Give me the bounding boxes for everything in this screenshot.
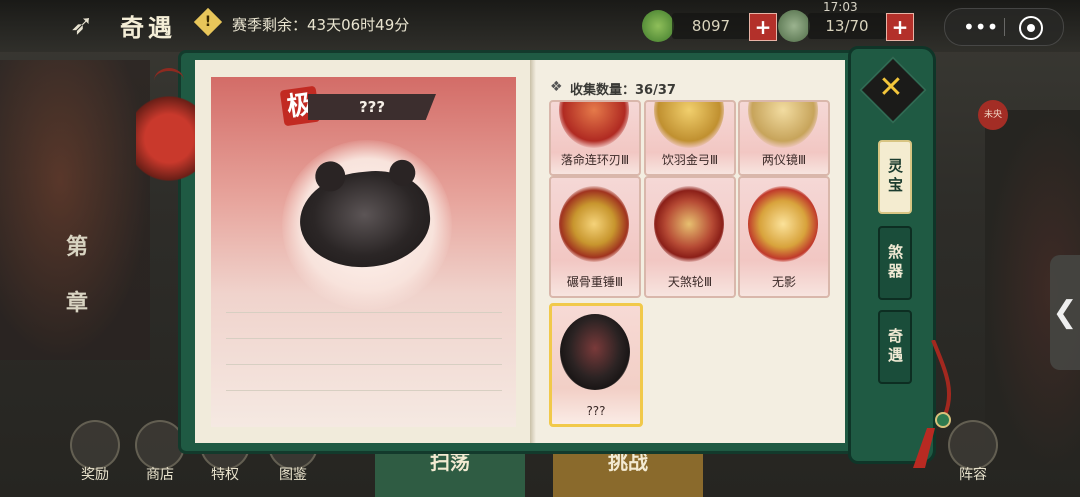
mirror-icon [748, 102, 818, 148]
page-title: 奇遇 [120, 14, 176, 42]
card-unknown-selected[interactable]: ??? [549, 303, 643, 427]
tassel-decoration [913, 340, 952, 468]
demon-mask-icon [136, 68, 202, 188]
description-line [226, 312, 502, 313]
item-name: ??? [308, 94, 436, 120]
description-line [226, 390, 502, 391]
card-liangyi-mirror[interactable]: 两仪镜Ⅲ [738, 100, 830, 176]
mace-icon [748, 186, 818, 262]
gift-icon [70, 420, 120, 470]
stamina-icon [778, 10, 810, 42]
reward-button[interactable]: 奖励 [70, 420, 120, 490]
collection-count: 收集数量：36/37 [570, 83, 676, 98]
more-menu-button[interactable]: ••• [963, 17, 998, 37]
book-spine [530, 60, 536, 443]
jade-currency-icon [642, 10, 674, 42]
description-line [226, 364, 502, 365]
blade-icon [559, 102, 629, 148]
hammer-icon [559, 186, 629, 262]
back-arrow-icon[interactable]: ➶ [70, 10, 110, 40]
close-icon[interactable]: ✕ [869, 66, 913, 110]
unknown-item-icon [560, 314, 630, 390]
chapter-label: 第章 [66, 235, 89, 316]
close-miniprogram-button[interactable] [1019, 16, 1043, 40]
clock: 17:03 [823, 0, 858, 14]
tab-shaqi[interactable]: 煞器 [878, 226, 912, 300]
card-yinyu-bow[interactable]: 饮羽金弓Ⅲ [644, 100, 736, 176]
season-remaining-text: 赛季剩余：43天06时49分 [232, 16, 410, 34]
currency1-value: 8097 [672, 13, 750, 39]
wheel-icon [654, 186, 724, 262]
add-currency1-button[interactable]: + [749, 13, 777, 41]
card-tiansha-wheel[interactable]: 天煞轮Ⅲ [644, 176, 736, 298]
seal-icon: 未央 [978, 100, 1008, 130]
card-niangu-hammer[interactable]: 碾骨重锤Ⅲ [549, 176, 641, 298]
card-luoming[interactable]: 落命连环刃Ⅲ [549, 100, 641, 176]
miniprogram-capsule: ••• [944, 8, 1064, 46]
bow-icon [654, 102, 724, 148]
formation-button[interactable]: 阵容 [948, 420, 998, 490]
add-currency2-button[interactable]: + [886, 13, 914, 41]
flag-icon [948, 420, 998, 470]
side-drawer-handle[interactable]: ❮ [1050, 255, 1080, 370]
collection-diamond-icon: ❖ [550, 79, 563, 95]
description-line [226, 338, 502, 339]
card-wuying[interactable]: 无影 [738, 176, 830, 298]
capsule-divider [1004, 18, 1005, 36]
tab-lingbao[interactable]: 灵宝 [878, 140, 912, 214]
currency2-value: 13/70 [808, 13, 886, 39]
warning-icon[interactable]: ! [193, 7, 223, 37]
